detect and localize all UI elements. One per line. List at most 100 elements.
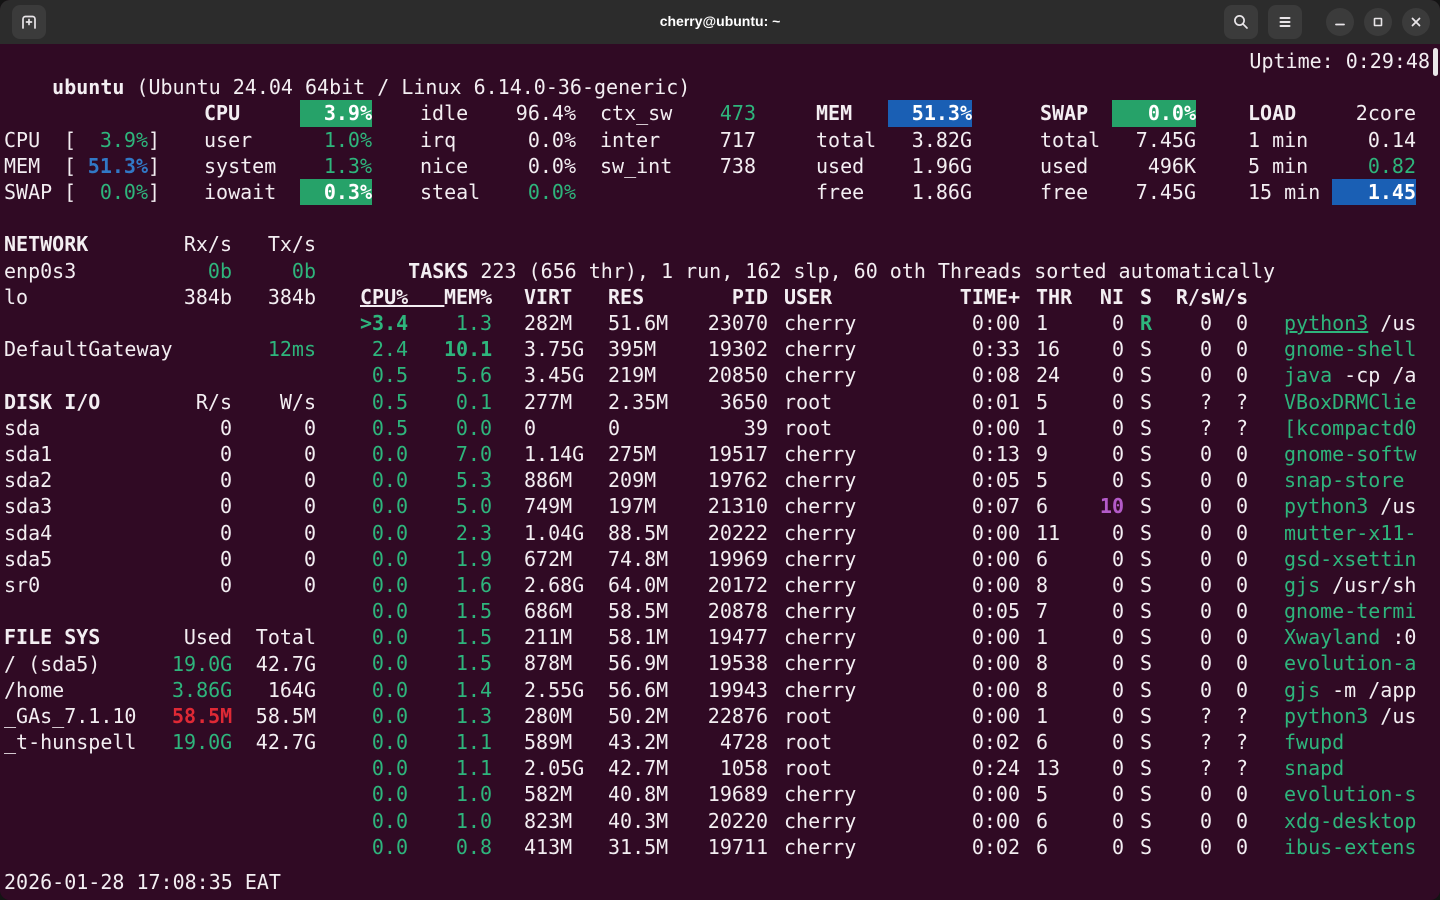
proc-command: gjs-m /app bbox=[1284, 677, 1416, 703]
command-args: /us bbox=[1380, 493, 1416, 519]
proc-cpu: 0.0 bbox=[360, 755, 408, 781]
proc-cpu: 0.5 bbox=[360, 362, 408, 388]
command-name: ibus-extens bbox=[1284, 834, 1416, 860]
proc-virt: 1.04G bbox=[524, 520, 596, 546]
proc-res: 56.9M bbox=[608, 650, 692, 676]
stat-value: 96.4% bbox=[492, 100, 576, 126]
command-name: snap-store bbox=[1284, 467, 1404, 493]
proc-nice: 0 bbox=[1072, 624, 1124, 650]
proc-mem: 1.4 bbox=[444, 677, 492, 703]
command-name: gsd-xsettin bbox=[1284, 546, 1416, 572]
cpu-panel: CPU3.9%user1.0%system1.3%iowait0.3% bbox=[204, 100, 372, 205]
command-args: /us bbox=[1380, 310, 1416, 336]
proc-time: 0:00 bbox=[868, 703, 1020, 729]
command-name: Xwayland bbox=[1284, 624, 1380, 650]
row-name: enp0s3 bbox=[4, 258, 172, 284]
row-value: 58.5M bbox=[232, 703, 316, 729]
row-value: 58.5M bbox=[172, 703, 232, 729]
stat-value: 473 bbox=[684, 100, 756, 126]
proc-user: cherry bbox=[784, 808, 868, 834]
proc-time: 0:00 bbox=[868, 520, 1020, 546]
panel-row: sda100 bbox=[4, 441, 316, 467]
maximize-button[interactable] bbox=[1364, 8, 1392, 36]
proc-read-rate: 0 bbox=[1164, 781, 1212, 807]
row-value: 3.86G bbox=[172, 677, 232, 703]
command-name: python3 bbox=[1284, 703, 1368, 729]
bracket: ] bbox=[148, 153, 160, 179]
stat-value: 0.0% bbox=[492, 127, 576, 153]
proc-nice: 0 bbox=[1072, 808, 1124, 834]
scrollbar-thumb[interactable] bbox=[1433, 48, 1438, 76]
col-header: Used bbox=[172, 624, 232, 650]
process-row: 0.00.8413M31.5M19711cherry0:0260S00ibus-… bbox=[360, 834, 1416, 860]
proc-mem: 0.0 bbox=[444, 415, 492, 441]
proc-user: cherry bbox=[784, 834, 868, 860]
proc-read-rate: ? bbox=[1164, 703, 1212, 729]
panel-row: sda200 bbox=[4, 467, 316, 493]
proc-time: 0:33 bbox=[868, 336, 1020, 362]
panel-row: sr000 bbox=[4, 572, 316, 598]
row-value: 0b bbox=[172, 258, 232, 284]
proc-nice: 0 bbox=[1072, 467, 1124, 493]
gauge-value: 0.0% bbox=[76, 179, 148, 205]
proc-virt: 686M bbox=[524, 598, 596, 624]
column-header-pid: PID bbox=[692, 284, 768, 310]
proc-time: 0:01 bbox=[868, 389, 1020, 415]
stat-row: 5 min0.82 bbox=[1248, 153, 1416, 179]
proc-res: 40.3M bbox=[608, 808, 692, 834]
col-header: Rx/s bbox=[172, 231, 232, 257]
proc-pid: 23070 bbox=[692, 310, 768, 336]
proc-pid: 20172 bbox=[692, 572, 768, 598]
new-tab-button[interactable] bbox=[12, 5, 46, 39]
hostname: ubuntu bbox=[52, 75, 124, 99]
row-name: _GAs_7.1.10 bbox=[4, 703, 172, 729]
proc-write-rate: ? bbox=[1212, 415, 1248, 441]
system-info: (Ubuntu 24.04 64bit / Linux 6.14.0-36-ge… bbox=[136, 75, 690, 99]
col-header: Total bbox=[232, 624, 316, 650]
minimize-button[interactable] bbox=[1326, 8, 1354, 36]
uptime: Uptime:0:29:48 bbox=[1249, 48, 1430, 74]
process-row: 0.01.5211M58.1M19477cherry0:0010S00Xwayl… bbox=[360, 624, 1416, 650]
proc-time: 0:05 bbox=[868, 467, 1020, 493]
stat-row: 15 min1.45 bbox=[1248, 179, 1416, 205]
stat-row: steal0.0% bbox=[420, 179, 576, 205]
proc-read-rate: 0 bbox=[1164, 336, 1212, 362]
row-value: 0 bbox=[232, 467, 316, 493]
close-button[interactable] bbox=[1402, 8, 1430, 36]
proc-virt: 2.68G bbox=[524, 572, 596, 598]
proc-cpu: 0.0 bbox=[360, 467, 408, 493]
stat-value: 0.14 bbox=[1332, 127, 1416, 153]
command-name: gjs bbox=[1284, 677, 1320, 703]
proc-read-rate: ? bbox=[1164, 415, 1212, 441]
proc-nice: 0 bbox=[1072, 336, 1124, 362]
gauge-value: 51.3% bbox=[76, 153, 148, 179]
proc-thr: 24 bbox=[1036, 362, 1072, 388]
process-row: 0.50.1277M2.35M3650root0:0150S??VBoxDRMC… bbox=[360, 389, 1416, 415]
row-value: 0 bbox=[232, 520, 316, 546]
stat-value: 1.45 bbox=[1332, 179, 1416, 205]
row-value: 0 bbox=[232, 572, 316, 598]
bracket: [ bbox=[64, 127, 76, 153]
stat-row: idle96.4% bbox=[420, 100, 576, 126]
proc-time: 0:00 bbox=[868, 781, 1020, 807]
bracket: ] bbox=[148, 179, 160, 205]
proc-command: evolution-s bbox=[1284, 781, 1416, 807]
search-button[interactable] bbox=[1224, 5, 1258, 39]
proc-cpu: 0.0 bbox=[360, 677, 408, 703]
proc-state: S bbox=[1140, 362, 1164, 388]
proc-nice: 0 bbox=[1072, 677, 1124, 703]
proc-virt: 672M bbox=[524, 546, 596, 572]
menu-button[interactable] bbox=[1268, 5, 1302, 39]
proc-cpu: 0.5 bbox=[360, 389, 408, 415]
proc-user: root bbox=[784, 703, 868, 729]
process-row: 0.01.3280M50.2M22876root0:0010S??python3… bbox=[360, 703, 1416, 729]
process-row: 0.01.5878M56.9M19538cherry0:0080S00evolu… bbox=[360, 650, 1416, 676]
new-tab-icon bbox=[19, 12, 39, 32]
proc-read-rate: 0 bbox=[1164, 493, 1212, 519]
row-name: _t-hunspell bbox=[4, 729, 172, 755]
proc-write-rate: ? bbox=[1212, 703, 1248, 729]
panel-header: FILE SYSUsedTotal bbox=[4, 624, 316, 650]
command-name: python3 bbox=[1284, 310, 1368, 336]
command-name: VBoxDRMClie bbox=[1284, 389, 1416, 415]
proc-res: 31.5M bbox=[608, 834, 692, 860]
